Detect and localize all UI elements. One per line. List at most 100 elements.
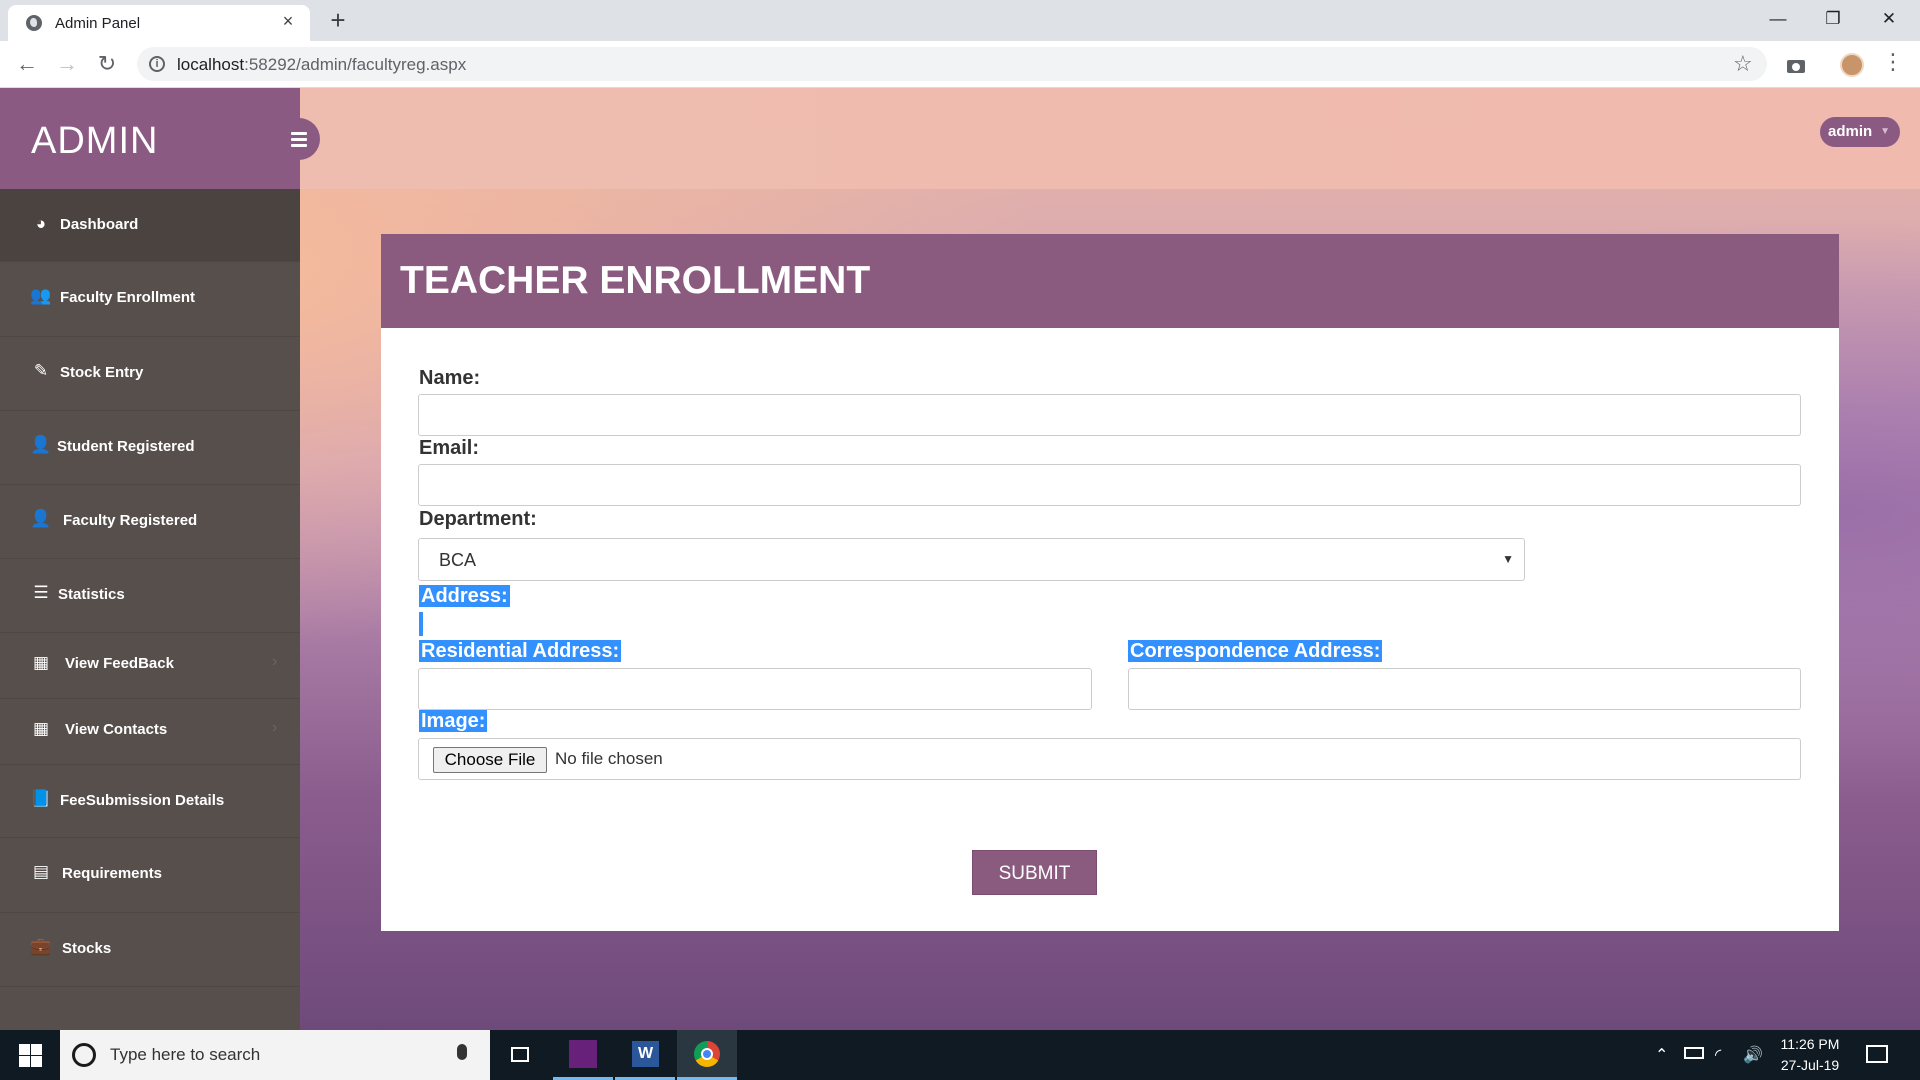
bookmark-star-icon[interactable]: ☆ (1733, 51, 1753, 77)
word-taskbar-app[interactable]: W (615, 1030, 675, 1080)
brand-header: ADMIN (0, 88, 300, 189)
list-icon: ☰ (33, 583, 49, 602)
url-host: localhost (177, 55, 245, 74)
residential-address-label: Residential Address: (419, 640, 622, 663)
search-placeholder: Type here to search (110, 1045, 261, 1064)
windows-taskbar: Type here to search W ⌃ ◜ 🔊 11:26 PM 27-… (0, 1030, 1920, 1080)
visual-studio-icon (569, 1040, 597, 1068)
choose-file-button[interactable]: Choose File (433, 747, 547, 773)
name-input[interactable] (418, 394, 1801, 436)
battery-icon[interactable] (1684, 1047, 1704, 1059)
chevron-down-icon: ▼ (1502, 552, 1514, 566)
residential-address-label-text: Residential Address: (419, 640, 622, 662)
page-title: TEACHER ENROLLMENT (400, 259, 871, 302)
sidebar-item-statistics[interactable]: ☰ Statistics (0, 559, 300, 633)
grid-icon: ▦ (32, 719, 50, 738)
microphone-icon[interactable] (457, 1044, 467, 1060)
chrome-icon (694, 1041, 720, 1067)
user-menu-button[interactable]: admin ▼ (1820, 117, 1900, 147)
residential-address-input[interactable] (418, 668, 1092, 710)
globe-icon (26, 15, 42, 31)
sidebar-item-faculty-registered[interactable]: 👤 Faculty Registered (0, 485, 300, 559)
email-label: Email: (419, 437, 480, 459)
book-icon: 📘 (30, 789, 52, 808)
sidebar-item-view-contacts[interactable]: ▦ View Contacts › (0, 699, 300, 765)
clock-time[interactable]: 11:26 PM (1770, 1036, 1850, 1052)
maximize-button[interactable]: ❐ (1810, 4, 1856, 34)
department-select[interactable]: BCA ▼ (418, 538, 1525, 581)
dashboard-icon: ◕ (35, 214, 47, 233)
reload-button[interactable]: ↻ (92, 49, 122, 79)
browser-tabstrip: Admin Panel × + — ❐ ✕ (0, 0, 1920, 41)
edit-icon: ✎ (33, 361, 49, 380)
submit-button[interactable]: SUBMIT (972, 850, 1097, 895)
chrome-taskbar-app[interactable] (677, 1030, 737, 1080)
chevron-up-icon[interactable]: ⌃ (1655, 1045, 1668, 1065)
file-status-text: No file chosen (555, 749, 663, 768)
tab-title: Admin Panel (55, 15, 141, 32)
sidebar-item-view-feedback[interactable]: ▦ View FeedBack › (0, 633, 300, 699)
chrome-icon-center (701, 1048, 713, 1060)
sidebar-item-label: View Contacts (65, 721, 168, 738)
sidebar-item-label: Requirements (62, 865, 163, 882)
windows-logo-icon (19, 1044, 30, 1055)
sidebar-item-dashboard[interactable]: ◕ Dashboard (0, 189, 300, 262)
taskbar-search[interactable]: Type here to search (60, 1030, 490, 1080)
volume-icon[interactable]: 🔊 (1743, 1045, 1763, 1065)
users-icon: 👥 (30, 286, 52, 305)
sidebar-item-label: Faculty Enrollment (60, 289, 196, 306)
sidebar-item-faculty-enrollment[interactable]: 👥 Faculty Enrollment (0, 262, 300, 337)
windows-start-button[interactable] (0, 1030, 60, 1080)
sidebar-item-stocks[interactable]: 💼 Stocks (0, 913, 300, 987)
clock-date[interactable]: 27-Jul-19 (1770, 1057, 1850, 1073)
name-label: Name: (419, 367, 481, 389)
sidebar-item-requirements[interactable]: ▤ Requirements (0, 838, 300, 913)
word-icon: W (632, 1041, 659, 1067)
briefcase-icon: 💼 (30, 937, 52, 956)
minimize-button[interactable]: — (1755, 4, 1801, 34)
sidebar-item-label: Stock Entry (60, 364, 144, 381)
profile-avatar[interactable] (1840, 53, 1864, 77)
camera-icon[interactable] (1784, 54, 1808, 78)
notification-icon[interactable] (1866, 1045, 1888, 1063)
browser-tab[interactable]: Admin Panel × (8, 5, 310, 41)
server-icon: ▤ (32, 862, 50, 881)
sidebar-item-label: FeeSubmission Details (60, 792, 225, 809)
image-label: Image: (419, 710, 488, 733)
wifi-icon[interactable]: ◜ (1715, 1045, 1721, 1065)
email-input[interactable] (418, 464, 1801, 506)
sidebar: ADMIN ◕ Dashboard 👥 Faculty Enrollment ✎… (0, 88, 300, 1030)
correspondence-address-input[interactable] (1128, 668, 1801, 710)
close-window-button[interactable]: ✕ (1866, 4, 1912, 34)
back-button[interactable]: ← (12, 49, 42, 79)
sidebar-item-label: Student Registered (57, 438, 195, 455)
sidebar-item-stock-entry[interactable]: ✎ Stock Entry (0, 337, 300, 411)
sidebar-item-label: Faculty Registered (63, 512, 198, 529)
visual-studio-taskbar-app[interactable] (553, 1030, 613, 1080)
chevron-right-icon: › (272, 719, 278, 736)
caret-down-icon: ▼ (1880, 126, 1890, 137)
address-bar[interactable]: i localhost:58292/admin/facultyreg.aspx … (137, 47, 1767, 81)
sidebar-toggle-button[interactable] (278, 118, 320, 160)
forward-button[interactable]: → (52, 49, 82, 79)
grid-icon: ▦ (32, 653, 50, 672)
info-icon[interactable]: i (149, 56, 165, 72)
enrollment-card: TEACHER ENROLLMENT Name: Email: Departme… (381, 234, 1839, 931)
url-text[interactable]: localhost:58292/admin/facultyreg.aspx (177, 55, 466, 75)
image-file-input[interactable]: Choose File No file chosen (418, 738, 1801, 780)
url-path: :58292/admin/facultyreg.aspx (244, 55, 467, 74)
department-label: Department: (419, 508, 537, 530)
sidebar-item-feesubmission-details[interactable]: 📘 FeeSubmission Details (0, 765, 300, 838)
cortana-icon (72, 1043, 96, 1067)
address-label: Address: (419, 585, 510, 608)
task-view-button[interactable] (490, 1030, 550, 1080)
sidebar-item-student-registered[interactable]: 👤 Student Registered (0, 411, 300, 485)
browser-menu-icon[interactable]: ⋮ (1882, 49, 1904, 75)
browser-toolbar: ← → ↻ i localhost:58292/admin/facultyreg… (0, 41, 1920, 88)
page-viewport: admin ▼ ADMIN ◕ Dashboard 👥 Faculty Enro… (0, 88, 1920, 1030)
user-plus-icon: 👤 (30, 509, 52, 528)
correspondence-address-label-text: Correspondence Address: (1128, 640, 1383, 662)
new-tab-button[interactable]: + (324, 7, 352, 35)
tab-close-icon[interactable]: × (278, 11, 298, 31)
brand-title: ADMIN (31, 120, 159, 162)
